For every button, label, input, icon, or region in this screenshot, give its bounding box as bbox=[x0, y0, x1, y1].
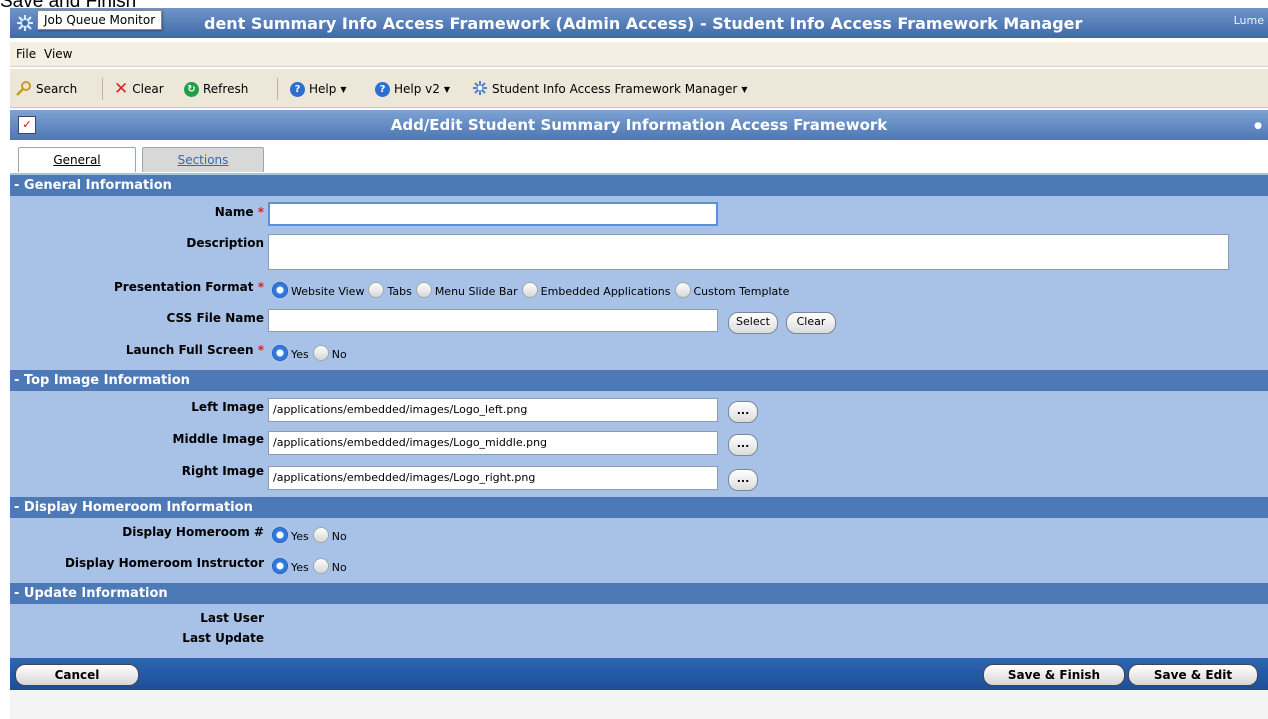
radio-embedded-applications[interactable]: Embedded Applications bbox=[521, 282, 671, 298]
display-homeroom-instructor-label: Display Homeroom Instructor bbox=[64, 556, 264, 570]
description-label: Description bbox=[186, 236, 264, 250]
css-file-input[interactable] bbox=[268, 309, 718, 332]
window-titlebar: dent Summary Info Access Framework (Admi… bbox=[10, 8, 1268, 38]
refresh-icon: ↻ bbox=[184, 81, 199, 97]
radio-homeroom-yes[interactable]: Yes bbox=[272, 527, 309, 543]
homeroom-instructor-radio-group: Yes No bbox=[272, 558, 351, 574]
header-dot-icon: ● bbox=[1254, 121, 1262, 131]
help-icon: ? bbox=[375, 81, 390, 97]
chevron-down-icon: ▼ bbox=[741, 84, 748, 94]
launch-full-screen-radio-group: Yes No bbox=[272, 345, 351, 361]
left-image-label: Left Image bbox=[191, 400, 264, 414]
clear-button[interactable]: ✕ Clear bbox=[114, 80, 164, 98]
right-image-input[interactable]: /applications/embedded/images/Logo_right… bbox=[268, 466, 718, 490]
right-image-browse-button[interactable]: ... bbox=[728, 469, 758, 491]
form-header: ✓ Add/Edit Student Summary Information A… bbox=[10, 110, 1268, 140]
tab-strip: General Sections bbox=[10, 140, 1268, 174]
toolbar-separator bbox=[277, 78, 278, 100]
presentation-format-radio-group: Website View Tabs Menu Slide Bar Embedde… bbox=[272, 282, 793, 298]
search-button[interactable]: Search bbox=[16, 80, 77, 98]
presentation-format-label: Presentation Format * bbox=[113, 280, 264, 294]
middle-image-input[interactable]: /applications/embedded/images/Logo_middl… bbox=[268, 431, 718, 455]
brand-logo: Lume bbox=[1233, 14, 1264, 27]
menu-bar: File View bbox=[10, 42, 1268, 67]
right-image-label: Right Image bbox=[181, 464, 264, 478]
app-gear-icon bbox=[16, 14, 34, 32]
save-edit-button[interactable]: Save & Edit bbox=[1128, 664, 1258, 686]
spellcheck-icon: ✓ bbox=[18, 116, 36, 134]
radio-custom-template[interactable]: Custom Template bbox=[674, 282, 789, 298]
save-finish-button[interactable]: Save & Finish bbox=[983, 664, 1125, 686]
tooltip: Job Queue Monitor bbox=[37, 10, 163, 30]
middle-image-browse-button[interactable]: ... bbox=[728, 434, 758, 456]
radio-tabs[interactable]: Tabs bbox=[368, 282, 412, 298]
toolbar: Search ✕ Clear ↻ Refresh ? Help ▼ ? Help… bbox=[10, 69, 1268, 108]
radio-homeroom-no[interactable]: No bbox=[312, 527, 347, 543]
left-image-browse-button[interactable]: ... bbox=[728, 401, 758, 423]
manager-menu-button[interactable]: Student Info Access Framework Manager ▼ bbox=[472, 80, 747, 98]
tab-general[interactable]: General bbox=[18, 147, 136, 172]
last-user-label: Last User bbox=[200, 611, 264, 625]
help-icon: ? bbox=[290, 81, 305, 97]
radio-instructor-no[interactable]: No bbox=[312, 558, 347, 574]
chevron-down-icon: ▼ bbox=[443, 84, 451, 94]
section-general-information: - General Information bbox=[10, 175, 1268, 196]
footer-area bbox=[10, 690, 1268, 719]
gear-icon bbox=[472, 80, 488, 99]
cancel-button[interactable]: Cancel bbox=[15, 664, 139, 686]
launch-full-screen-label: Launch Full Screen * bbox=[125, 343, 264, 357]
search-icon bbox=[16, 80, 32, 99]
last-update-label: Last Update bbox=[182, 631, 264, 645]
window-title: dent Summary Info Access Framework (Admi… bbox=[204, 14, 1083, 33]
radio-instructor-yes[interactable]: Yes bbox=[272, 558, 309, 574]
name-input[interactable] bbox=[268, 202, 718, 226]
toolbar-separator bbox=[102, 78, 103, 100]
help-v2-button[interactable]: ? Help v2 ▼ bbox=[375, 80, 450, 98]
homeroom-number-radio-group: Yes No bbox=[272, 527, 351, 543]
description-textarea[interactable] bbox=[268, 234, 1229, 270]
chevron-down-icon: ▼ bbox=[340, 84, 347, 94]
section-top-image-information: - Top Image Information bbox=[10, 370, 1268, 391]
select-button[interactable]: Select bbox=[728, 312, 778, 334]
display-homeroom-number-label: Display Homeroom # bbox=[122, 525, 264, 539]
radio-launch-yes[interactable]: Yes bbox=[272, 345, 309, 361]
menu-file[interactable]: File bbox=[16, 47, 36, 61]
section-update-information: - Update Information bbox=[10, 583, 1268, 604]
radio-website-view[interactable]: Website View bbox=[272, 282, 364, 298]
radio-menu-slide-bar[interactable]: Menu Slide Bar bbox=[415, 282, 518, 298]
left-image-input[interactable]: /applications/embedded/images/Logo_left.… bbox=[268, 398, 718, 422]
menu-view[interactable]: View bbox=[44, 47, 72, 61]
section-display-homeroom-information: - Display Homeroom Information bbox=[10, 497, 1268, 518]
action-bar: Cancel Save & Finish Save & Edit bbox=[10, 658, 1268, 690]
clear-css-button[interactable]: Clear bbox=[786, 312, 836, 334]
middle-image-label: Middle Image bbox=[172, 432, 264, 446]
help-button[interactable]: ? Help ▼ bbox=[290, 80, 347, 98]
tab-sections[interactable]: Sections bbox=[142, 147, 264, 172]
radio-launch-no[interactable]: No bbox=[312, 345, 347, 361]
name-label: Name * bbox=[214, 205, 264, 219]
form-title: Add/Edit Student Summary Information Acc… bbox=[390, 116, 888, 134]
refresh-button[interactable]: ↻ Refresh bbox=[184, 80, 248, 98]
form-panel: - General Information Name * Description… bbox=[10, 173, 1268, 658]
clear-icon: ✕ bbox=[114, 79, 129, 99]
css-file-label: CSS File Name bbox=[166, 311, 264, 325]
